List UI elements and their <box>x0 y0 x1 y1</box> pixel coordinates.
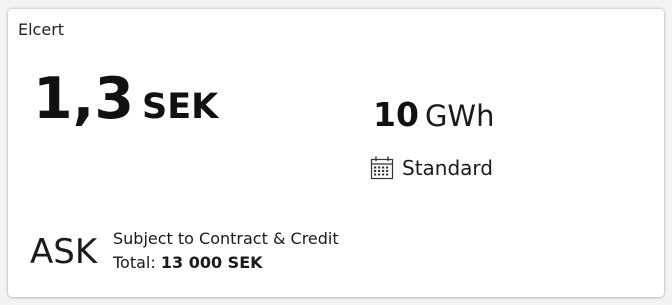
volume-value: 10 <box>373 95 419 134</box>
price-currency: SEK <box>141 87 219 127</box>
total-label: Total: <box>113 253 156 272</box>
total-line: Total: 13 000 SEK <box>113 251 339 275</box>
quote-card[interactable]: Elcert 1,3 SEK 10 GWh Standard ASK Subje… <box>8 9 664 297</box>
side-label: ASK <box>30 232 98 272</box>
terms-text: Subject to Contract & Credit <box>113 229 339 248</box>
card-title: Elcert <box>18 20 65 39</box>
price-display: 1,3 SEK <box>33 71 218 128</box>
terms-block: Subject to Contract & Credit Total: 13 0… <box>113 227 339 275</box>
volume-display: 10 GWh <box>373 98 494 131</box>
product-info: Standard <box>370 155 493 181</box>
calendar-icon <box>370 155 394 181</box>
total-value: 13 000 SEK <box>160 253 263 272</box>
volume-unit: GWh <box>424 99 495 133</box>
price-value: 1,3 <box>33 66 134 132</box>
product-label: Standard <box>402 156 493 180</box>
